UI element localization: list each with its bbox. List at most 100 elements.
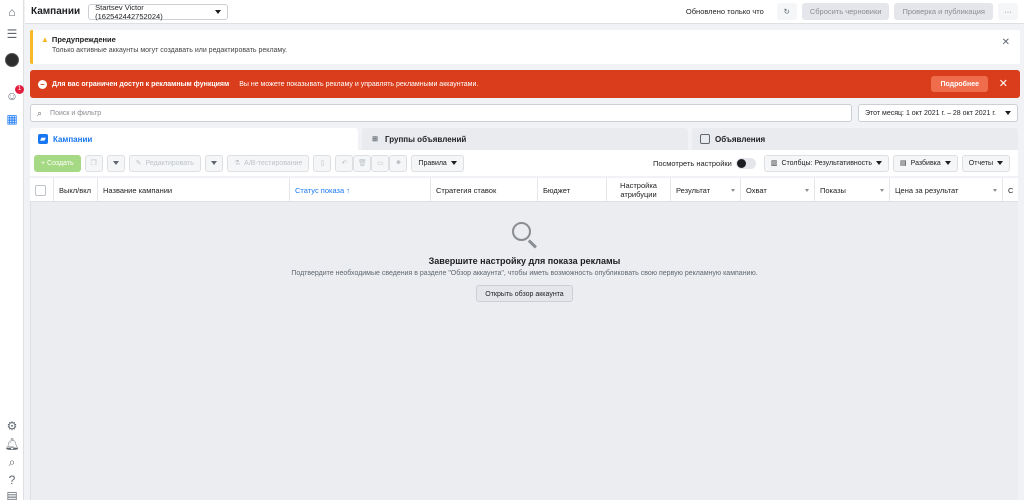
column-label: Результат [676,185,711,195]
clipboard-button[interactable]: ▯ [313,154,332,172]
chevron-down-icon [210,161,217,165]
preview-button[interactable]: ▭ [371,154,390,172]
refresh-icon: ↻ [783,7,790,16]
tag-button[interactable]: ⬥ [389,154,408,172]
select-all-checkbox[interactable] [30,178,54,201]
page-title: Кампании [31,6,81,17]
column-reach[interactable]: Охват [741,178,815,201]
error-text: Вы не можете показывать рекламу и управл… [239,80,479,88]
review-publish-button[interactable]: Проверка и публикация [894,3,993,20]
undo-button[interactable]: ↶ [335,154,354,172]
empty-title: Завершите настройку для показа рекламы [428,256,621,266]
search-icon[interactable]: ⌕ [4,454,20,470]
more-button[interactable]: ··· [998,3,1018,20]
column-delivery-status[interactable]: Статус показа ↑ [290,178,431,201]
close-icon[interactable]: ✕ [999,77,1008,90]
checkbox[interactable] [35,184,46,196]
edit-label: Редактировать [145,159,194,167]
column-label: Показы [820,185,846,195]
ab-test-button[interactable]: ⚗ A/B-тестирование [226,154,310,172]
report-icon[interactable]: ▤ [4,488,20,500]
view-settings-toggle[interactable] [735,157,756,169]
level-tabs: ▰ Кампании ⊞ Группы объявлений Объявлени… [30,128,1018,150]
column-onoff[interactable]: Выкл/вкл [54,178,98,201]
breakdown-icon: ▤ [900,160,907,167]
column-impressions[interactable]: Показы [815,178,890,201]
chevron-down-icon [731,188,735,192]
tab-campaigns[interactable]: ▰ Кампании [30,128,358,150]
columns-button[interactable]: ▥ Столбцы: Результативность [763,154,890,172]
search-icon: ⌕ [37,107,43,118]
gear-icon[interactable]: ⚙ [4,418,20,434]
chevron-down-icon [944,161,951,165]
search-input[interactable]: ⌕ Поиск и фильтр [30,104,852,122]
chevron-down-icon [876,161,883,165]
tab-label: Объявления [715,134,766,144]
menu-icon[interactable]: ☰ [4,26,20,42]
column-label: Цена за результат [895,185,959,195]
copy-icon: ❐ [90,160,97,167]
smiley-icon[interactable]: ☺ 1 [4,85,24,104]
tab-ad-sets[interactable]: ⊞ Группы объявлений [362,128,688,150]
create-button[interactable]: + Создать [34,154,81,172]
grid-icon[interactable]: ▦ [4,111,20,127]
more-info-button[interactable]: Подробнее [931,76,988,92]
chevron-down-icon [215,9,222,14]
column-result[interactable]: Результат [671,178,741,201]
tab-label: Группы объявлений [385,134,467,144]
rules-label: Правила [418,159,447,167]
column-label: Охват [746,185,767,195]
column-cost-per-result[interactable]: Цена за результат [890,178,1003,201]
reset-drafts-button[interactable]: Сбросить черновики [801,3,890,20]
open-account-overview-button[interactable]: Открыть обзор аккаунта [476,285,573,302]
tab-ads[interactable]: Объявления [692,128,1018,150]
date-range-label: Этот месяц: 1 окт 2021 г. – 28 окт 2021 … [865,109,996,117]
column-campaign-name[interactable]: Название кампании [98,178,290,201]
delete-button[interactable]: 🗑︎ [353,154,372,172]
duplicate-button[interactable]: ❐ [84,154,103,172]
close-icon[interactable]: ✕ [1002,37,1010,48]
refresh-button[interactable]: ↻ [776,3,797,20]
warning-title: Предупреждение [51,35,116,44]
error-banner: – Для вас ограничен доступ к рекламным ф… [30,70,1020,98]
view-settings-label: Посмотреть настройки [652,158,732,168]
ab-test-label: A/B-тестирование [244,159,303,167]
warning-banner: ▲ Предупреждение Только активные аккаунты… [30,30,1020,64]
account-name: Startsev Victor (162542442752024) [95,2,163,21]
empty-text: Подтвердите необходимые сведения в разде… [291,270,758,277]
rules-button[interactable]: Правила [411,154,464,172]
avatar[interactable] [4,52,20,68]
warning-icon: ▲ [41,35,49,44]
ad-icon [700,134,710,144]
bell-icon[interactable]: 🔔︎ [4,436,20,452]
reports-label: Отчеты [968,159,993,167]
error-title: Для вас ограничен доступ к рекламным фун… [52,80,230,88]
breakdown-label: Разбивка [910,159,941,167]
folder-icon: ▰ [38,134,48,144]
date-range-picker[interactable]: Этот месяц: 1 окт 2021 г. – 28 окт 2021 … [858,104,1018,122]
account-select[interactable]: Startsev Victor (162542442752024) [88,2,229,21]
undo-icon: ↶ [341,160,348,167]
home-icon[interactable]: ⌂ [4,4,20,20]
tab-label: Кампании [53,134,93,144]
top-bar: Кампании Startsev Victor (16254244275202… [25,0,1024,24]
table-body: Завершите настройку для показа рекламы П… [30,202,1018,500]
help-icon[interactable]: ? [4,472,20,488]
chevron-down-icon [997,161,1003,165]
tag-icon: ⬥ [395,159,401,166]
flask-icon: ⚗ [233,160,241,167]
column-budget[interactable]: Бюджет [538,178,607,201]
empty-state: Завершите настройку для показа рекламы П… [31,220,1018,302]
column-next[interactable]: С [1003,178,1018,201]
blocked-icon: – [38,79,47,89]
edit-button[interactable]: ✎ Редактировать [128,154,201,172]
breakdown-button[interactable]: ▤ Разбивка [893,154,958,172]
reports-button[interactable]: Отчеты [961,154,1010,172]
edit-dropdown[interactable] [204,154,223,172]
column-bid-strategy[interactable]: Стратегия ставок [431,178,538,201]
columns-label: Столбцы: Результативность [781,159,873,167]
column-attribution[interactable]: Настройка атрибуции [607,178,671,201]
duplicate-dropdown[interactable] [106,154,125,172]
chevron-down-icon [805,188,809,192]
pencil-icon: ✎ [135,160,142,167]
